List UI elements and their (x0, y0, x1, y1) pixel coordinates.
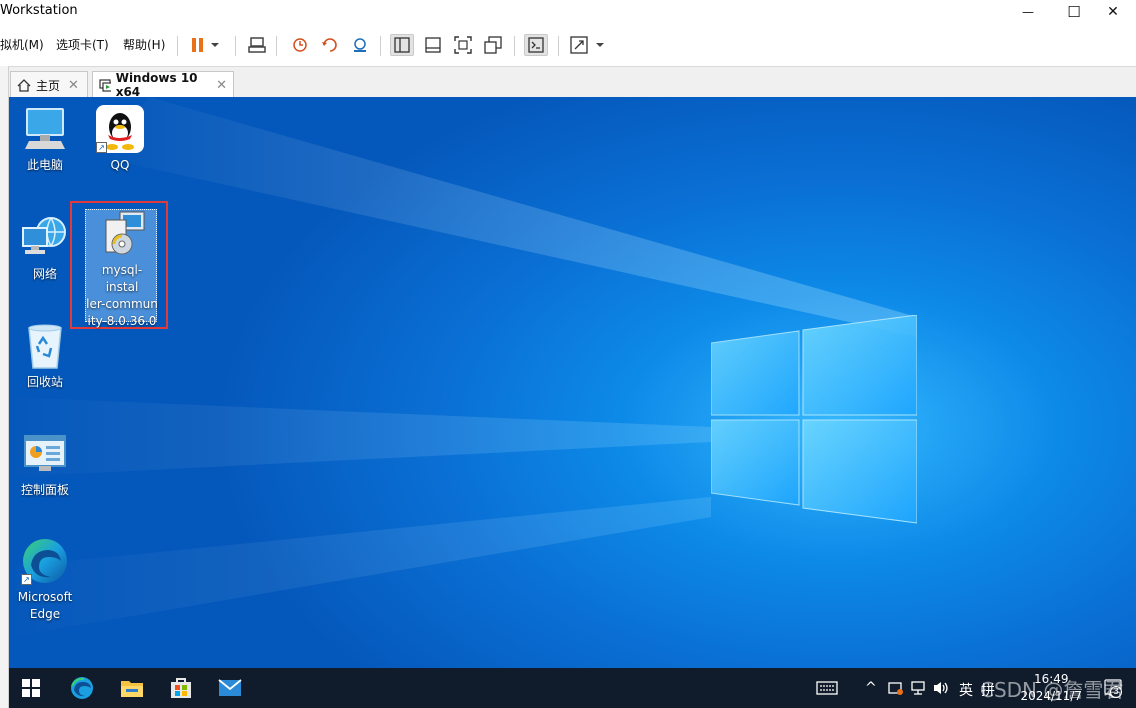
pause-icon[interactable] (186, 34, 210, 56)
tab-bar: 主页 ✕ Windows 10 x64 ✕ (0, 66, 1136, 99)
unity-icon[interactable] (481, 34, 505, 56)
menu-vm[interactable]: 虚拟机(M) (0, 36, 44, 53)
wallpaper-beams (9, 97, 917, 637)
recycle-bin-icon (21, 322, 69, 370)
toolbar-separator (235, 36, 236, 56)
toolbar-separator (177, 36, 178, 56)
tray-keyboard[interactable] (813, 674, 841, 702)
desktop-icon-qq[interactable]: ↗ QQ (87, 105, 153, 174)
desktop-icon-label-line: mysql-instal (101, 263, 143, 294)
minimize-icon: — (1022, 5, 1034, 19)
menu-help[interactable]: 帮助(H) (123, 36, 165, 53)
close-button[interactable]: ✕ (1090, 0, 1136, 24)
thumbnail-bar-icon[interactable] (421, 34, 445, 56)
toolbar-separator (380, 36, 381, 56)
tray-volume[interactable] (930, 676, 952, 700)
home-icon (17, 78, 31, 92)
qq-icon: ↗ (96, 105, 144, 153)
volume-icon (934, 682, 948, 694)
vmware-tools-icon (888, 682, 903, 695)
start-icon (22, 679, 40, 697)
desktop-icon-network[interactable]: 网络 (12, 214, 78, 283)
desktop-icon-recycle-bin[interactable]: 回收站 (12, 322, 78, 391)
network-icon (21, 214, 69, 262)
tab-home[interactable]: 主页 ✕ (10, 71, 88, 98)
send-ctrl-alt-del-icon[interactable] (245, 34, 269, 56)
window-title: Workstation (0, 3, 78, 18)
desktop-icon-this-pc[interactable]: 此电脑 (12, 105, 78, 174)
guest-desktop[interactable]: 此电脑 ↗ QQ 网络 mysql-instal ler-commun ity-… (9, 97, 1136, 668)
touch-keyboard-icon (816, 681, 838, 695)
desktop-icon-control-panel[interactable]: 控制面板 (12, 430, 78, 499)
desktop-icon-label-line: Edge (29, 607, 61, 621)
menu-toolbar: 虚拟机(M) 选项卡(T) 帮助(H) (0, 28, 1136, 62)
dropdown-arrow-icon[interactable] (208, 34, 222, 56)
desktop-icon-label: 网络 (32, 267, 57, 281)
desktop-icon-label: QQ (110, 158, 130, 172)
fullscreen-icon[interactable] (451, 34, 475, 56)
shortcut-arrow-icon: ↗ (21, 574, 32, 585)
tray-ime-language[interactable]: 英 (959, 680, 973, 700)
taskbar-store[interactable] (165, 672, 197, 704)
edge-icon (71, 677, 93, 699)
installer-icon (98, 210, 146, 258)
library-strip (0, 66, 9, 708)
library-view-icon[interactable] (390, 34, 414, 56)
close-tab-icon[interactable]: ✕ (68, 78, 79, 93)
file-explorer-icon (121, 681, 143, 697)
tray-network[interactable] (907, 676, 929, 700)
desktop-icon-mysql-installer[interactable]: mysql-instal ler-commun ity-8.0.36.0 (86, 210, 158, 330)
desktop-icon-label: 此电脑 (26, 158, 63, 172)
desktop-icon-label-line: ler-commun (86, 297, 158, 311)
tab-home-label: 主页 (36, 78, 61, 93)
maximize-icon: ☐ (1067, 3, 1081, 21)
desktop-icon-label: 回收站 (26, 375, 63, 389)
desktop-icon-label: 控制面板 (20, 483, 69, 497)
console-view-icon[interactable] (524, 34, 548, 56)
shortcut-arrow-icon: ↗ (96, 142, 107, 153)
tray-vmware-tools[interactable] (885, 676, 907, 700)
toolbar-separator (276, 36, 277, 56)
desktop-icon-label-line: ity-8.0.36.0 (87, 314, 157, 328)
taskbar-mail[interactable] (214, 672, 246, 704)
close-icon: ✕ (1107, 4, 1119, 20)
toolbar-separator (558, 36, 559, 56)
taskbar: ^ 英 拼 16:49 2024/11/7 3 (9, 668, 1136, 708)
toolbar-separator (514, 36, 515, 56)
snapshot-icon[interactable] (287, 34, 311, 56)
network-status-icon (911, 681, 925, 695)
tab-vm-label: Windows 10 x64 (115, 71, 198, 99)
control-panel-icon (21, 430, 69, 478)
taskbar-file-explorer[interactable] (116, 672, 148, 704)
menu-tabs[interactable]: 选项卡(T) (56, 36, 109, 53)
dropdown-arrow-icon[interactable] (593, 34, 607, 56)
csdn-watermark: CSDN @詹雪君 (980, 678, 1124, 702)
desktop-icon-edge[interactable]: ↗ Microsoft Edge (12, 537, 78, 623)
revert-snapshot-icon[interactable] (318, 34, 342, 56)
this-pc-icon (21, 105, 69, 153)
vm-icon (99, 78, 111, 92)
title-bar: Workstation — ☐ ✕ (0, 0, 1136, 24)
snapshot-manager-icon[interactable] (348, 34, 372, 56)
edge-icon: ↗ (21, 537, 69, 585)
tab-windows10[interactable]: Windows 10 x64 ✕ (92, 71, 234, 99)
desktop-icon-label-line: Microsoft (17, 590, 73, 604)
close-tab-icon[interactable]: ✕ (216, 78, 227, 93)
taskbar-edge[interactable] (66, 672, 98, 704)
start-button[interactable] (15, 672, 47, 704)
tray-overflow-chevron[interactable]: ^ (865, 680, 877, 696)
stretch-guest-icon[interactable] (567, 34, 591, 56)
windows-logo-wallpaper (711, 315, 917, 524)
store-icon (171, 678, 191, 698)
mail-icon (218, 679, 242, 696)
minimize-button[interactable]: — (1005, 0, 1051, 24)
